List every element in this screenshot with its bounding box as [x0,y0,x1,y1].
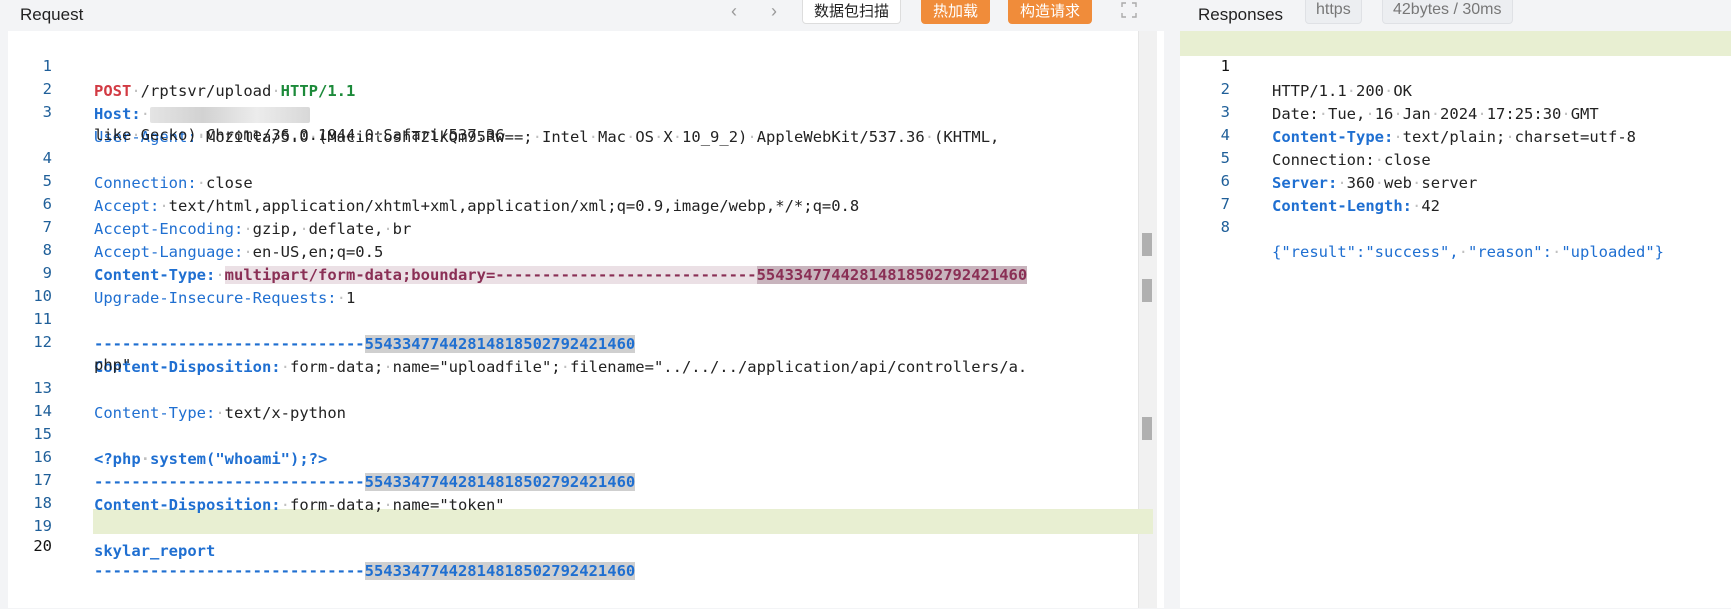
response-title: Responses [1198,5,1284,24]
request-editor[interactable]: 1 POST·/rptsvr/upload·HTTP/1.1 2 Host:· … [8,31,1164,608]
hot-load-button[interactable]: 热加载 [921,0,991,24]
request-panel: Request ‹ › 数据包扫描 热加载 构造请求 1 POST·/rptsv… [0,0,1168,608]
packet-scan-button[interactable]: 数据包扫描 [802,0,902,24]
request-title: Request [20,5,84,24]
response-panel: Responses https 42bytes / 30ms 1 HTTP/1.… [1180,0,1731,608]
prev-arrow-icon[interactable]: ‹ [731,0,737,22]
fullscreen-icon[interactable] [1121,2,1137,18]
response-editor[interactable]: 1 HTTP/1.1·200·OK 2 Date:·Tue,·16·Jan·20… [1180,31,1731,608]
build-request-button[interactable]: 构造请求 [1008,0,1093,24]
next-arrow-icon[interactable]: › [771,0,777,22]
code-line: 8 {"result":"success",·"reason":·"upload… [1220,218,1664,261]
code-line-current: 20 -----------------------------55433477… [33,537,636,580]
protocol-tag: https [1305,0,1362,24]
request-header: Request [0,0,1168,30]
size-time-tag: 42bytes / 30ms [1382,0,1513,24]
